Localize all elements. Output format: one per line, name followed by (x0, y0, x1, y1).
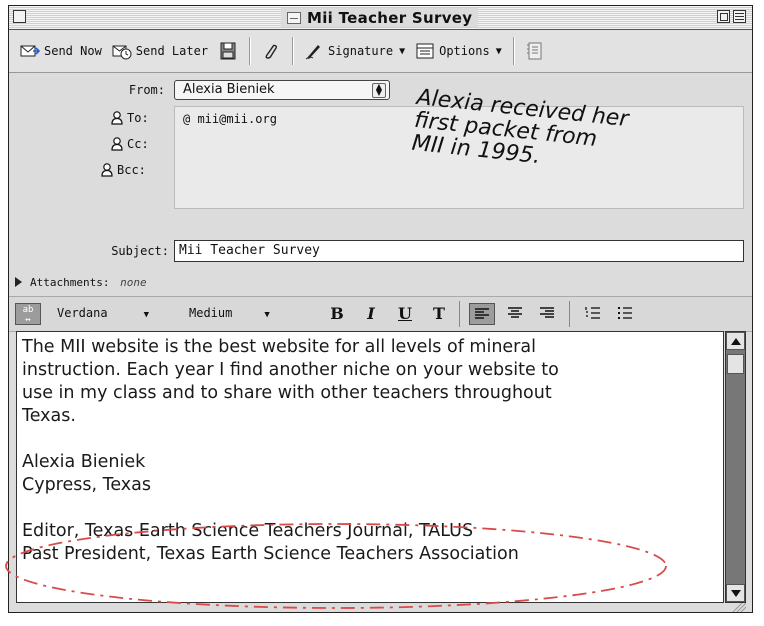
italic-button[interactable]: I (359, 303, 383, 325)
signature-label: Signature (328, 44, 394, 58)
toolbar-separator (249, 37, 251, 65)
from-dropdown[interactable]: Alexia Bieniek ▲ ▼ (174, 80, 390, 100)
recipient-address: mii@mii.org (197, 112, 277, 126)
attachments-value: none (120, 276, 147, 289)
scroll-thumb[interactable] (727, 354, 744, 374)
scroll-down-arrow-icon[interactable] (726, 584, 745, 602)
send-now-button[interactable]: Send Now (15, 37, 107, 65)
signature-pen-icon (304, 42, 324, 60)
send-now-label: Send Now (44, 44, 102, 58)
plain-text-toggle-icon[interactable]: ab ↔ (15, 303, 41, 325)
options-button[interactable]: Options ▼ (410, 37, 507, 65)
close-box[interactable] (13, 10, 26, 23)
chevron-down-icon: ▼ (495, 45, 502, 57)
align-right-icon (540, 307, 554, 318)
chevron-down-icon: ▼ (143, 310, 149, 320)
teletype-button[interactable]: T (427, 303, 451, 325)
align-left-button[interactable] (469, 303, 495, 325)
numbered-list-button[interactable] (581, 303, 605, 325)
send-later-button[interactable]: Send Later (107, 37, 213, 65)
vertical-scrollbar[interactable] (725, 331, 746, 603)
align-center-icon (508, 307, 522, 318)
save-draft-button[interactable] (213, 37, 243, 65)
signature-title: Past President, Texas Earth Science Teac… (22, 544, 519, 564)
floppy-icon (218, 42, 238, 60)
message-body[interactable]: The MII website is the best website for … (16, 331, 724, 603)
font-value: Verdana (57, 306, 108, 320)
body-line: The MII website is the best website for … (22, 337, 536, 357)
format-bar: ab ↔ Verdana ▼ Medium ▼ B I U T (9, 296, 752, 332)
format-separator (459, 301, 460, 327)
zoom-box[interactable] (717, 10, 730, 23)
person-icon (111, 137, 123, 151)
underline-button[interactable]: U (393, 303, 417, 325)
body-line: use in my class and to share with other … (22, 383, 552, 403)
bold-button[interactable]: B (325, 303, 349, 325)
popup-arrows-icon: ▲ ▼ (372, 83, 386, 98)
bcc-label: Bcc: (117, 163, 146, 177)
cc-label: Cc: (127, 137, 149, 151)
window-title: Mii Teacher Survey (281, 8, 479, 27)
signature-button[interactable]: Signature ▼ (299, 37, 410, 65)
signature-name: Alexia Bieniek (22, 452, 146, 472)
address-book-button[interactable] (520, 37, 550, 65)
subject-label: Subject: (111, 244, 169, 258)
chevron-down-icon: ▼ (399, 45, 406, 57)
from-label: From: (128, 83, 165, 97)
paperclip-icon (261, 42, 281, 60)
chevron-down-icon: ▼ (264, 310, 270, 320)
align-left-icon (475, 308, 489, 319)
window-title-text: Mii Teacher Survey (307, 8, 473, 27)
collapse-box[interactable] (733, 10, 746, 23)
signature-location: Cypress, Texas (22, 475, 151, 495)
attach-button[interactable] (256, 37, 286, 65)
scroll-up-arrow-icon[interactable] (726, 332, 745, 350)
title-bar[interactable]: Mii Teacher Survey (9, 6, 752, 30)
body-line: Texas. (22, 406, 76, 426)
person-icon (111, 111, 123, 125)
recipient-to[interactable]: @ mii@mii.org (183, 112, 277, 126)
align-right-button[interactable] (535, 303, 559, 325)
toolbar: Send Now Send Later Signature ▼ Options … (9, 30, 752, 73)
send-now-icon (20, 42, 41, 60)
size-select[interactable]: Medium ▼ (189, 306, 270, 326)
compose-window: Mii Teacher Survey Send Now Send Later S… (8, 5, 753, 613)
numbered-list-icon (585, 307, 600, 319)
subject-input[interactable]: Mii Teacher Survey (174, 240, 744, 262)
person-icon (101, 163, 113, 177)
attachments-row[interactable]: Attachments: none (15, 276, 147, 289)
send-later-label: Send Later (135, 44, 209, 58)
align-center-button[interactable] (503, 303, 527, 325)
options-label: Options (439, 44, 490, 58)
attachments-label: Attachments: (30, 276, 110, 289)
toolbar-separator (292, 37, 294, 65)
disclosure-triangle-icon[interactable] (15, 277, 22, 287)
body-line: instruction. Each year I find another ni… (22, 360, 559, 380)
address-book-icon (525, 42, 545, 60)
document-icon (287, 11, 301, 24)
size-value: Medium (189, 306, 233, 320)
signature-title: Editor, Texas Earth Science Teachers Jou… (22, 521, 474, 541)
resize-grip-icon[interactable] (725, 603, 746, 612)
options-icon (415, 42, 435, 60)
bulleted-list-icon (618, 307, 632, 319)
bulleted-list-button[interactable] (613, 303, 637, 325)
to-label: To: (127, 111, 149, 125)
from-value: Alexia Bieniek (183, 82, 275, 97)
format-separator (569, 301, 570, 327)
send-later-icon (112, 42, 132, 60)
font-select[interactable]: Verdana ▼ (57, 306, 149, 326)
toolbar-separator (512, 37, 514, 65)
